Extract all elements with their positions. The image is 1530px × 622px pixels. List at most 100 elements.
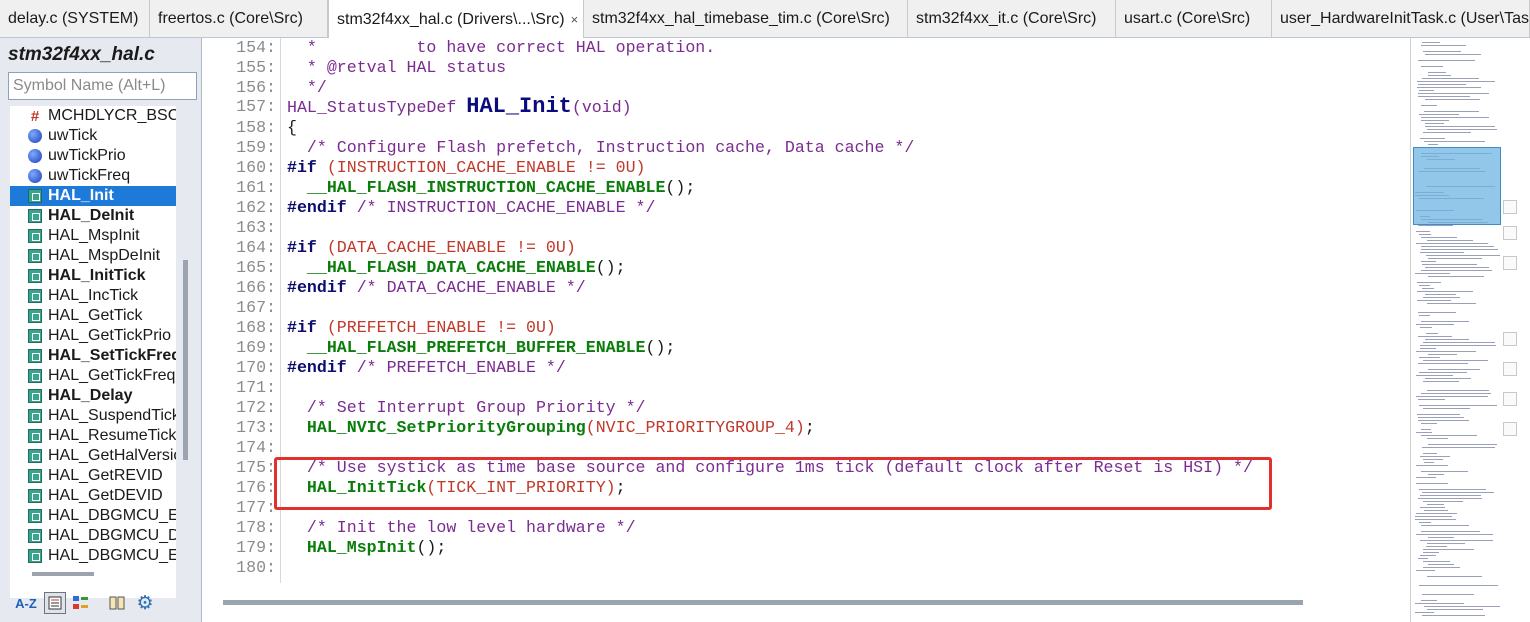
symbol-list-item[interactable]: HAL_InitTick: [10, 266, 176, 286]
symbol-list-item[interactable]: HAL_DeInit: [10, 206, 176, 226]
code-line[interactable]: 167:: [203, 298, 1403, 318]
symbol-label: MCHDLYCR_BSCKSEL: [48, 107, 176, 124]
symbol-search-input[interactable]: [8, 72, 197, 100]
symbol-list-item[interactable]: HAL_DBGMCU_DisableDBGSleepMode: [10, 526, 176, 546]
code-token: (INSTRUCTION_CACHE_ENABLE != 0U): [326, 158, 646, 177]
code-line[interactable]: 160: #if (INSTRUCTION_CACHE_ENABLE != 0U): [203, 158, 1403, 178]
code-line[interactable]: 158: {: [203, 118, 1403, 138]
symbol-list-vertical-scrollbar[interactable]: [183, 260, 188, 460]
list-view-icon[interactable]: [44, 592, 66, 614]
editor-tab[interactable]: freertos.c (Core\Src): [150, 0, 328, 38]
code-token: ();: [416, 538, 447, 557]
code-token: ();: [595, 258, 626, 277]
code-line[interactable]: 179: HAL_MspInit();: [203, 538, 1403, 558]
symbol-list-item[interactable]: HAL_MspDeInit: [10, 246, 176, 266]
variable-icon: [28, 129, 42, 143]
code-line[interactable]: 155: * @retval HAL status: [203, 58, 1403, 78]
editor-tab[interactable]: delay.c (SYSTEM): [0, 0, 150, 38]
minimap-viewport[interactable]: [1413, 147, 1501, 225]
code-line[interactable]: 170: #endif /* PREFETCH_ENABLE */: [203, 358, 1403, 378]
minimap-line: [1422, 447, 1495, 448]
book-icon[interactable]: [106, 592, 128, 614]
code-line[interactable]: 165: __HAL_FLASH_DATA_CACHE_ENABLE();: [203, 258, 1403, 278]
symbol-list-item[interactable]: HAL_MspInit: [10, 226, 176, 246]
symbol-list-item[interactable]: HAL_GetTickFreq: [10, 366, 176, 386]
code-line[interactable]: 166: #endif /* DATA_CACHE_ENABLE */: [203, 278, 1403, 298]
code-token: #if: [287, 158, 327, 177]
code-line[interactable]: 156: */: [203, 78, 1403, 98]
minimap-line: [1425, 123, 1444, 124]
symbol-list-item[interactable]: HAL_GetREVID: [10, 466, 176, 486]
symbol-label: HAL_GetDEVID: [48, 487, 163, 504]
symbol-list-item[interactable]: HAL_SuspendTick: [10, 406, 176, 426]
symbol-list-item[interactable]: HAL_Delay: [10, 386, 176, 406]
code-line[interactable]: 168: #if (PREFETCH_ENABLE != 0U): [203, 318, 1403, 338]
symbol-list-horizontal-scrollbar[interactable]: [32, 572, 94, 576]
editor-horizontal-scrollbar[interactable]: [223, 600, 1303, 605]
minimap-line: [1423, 567, 1460, 568]
minimap-line: [1419, 405, 1497, 406]
minimap-line: [1416, 570, 1435, 571]
minimap-line: [1428, 75, 1451, 76]
code-line[interactable]: 154: * to have correct HAL operation.: [203, 38, 1403, 58]
code-minimap[interactable]: [1410, 38, 1530, 622]
editor-tab[interactable]: stm32f4xx_hal_timebase_tim.c (Core\Src): [584, 0, 908, 38]
code-line[interactable]: 174:: [203, 438, 1403, 458]
symbol-list-item[interactable]: HAL_DBGMCU_EnableDBGStopMode: [10, 546, 176, 566]
settings-gear-icon[interactable]: ⚙: [134, 592, 156, 614]
minimap-line: [1421, 531, 1480, 532]
line-number: 156:: [236, 78, 276, 97]
function-icon: [28, 329, 42, 343]
symbol-list-item[interactable]: HAL_DBGMCU_EnableDBGSleepMode: [10, 506, 176, 526]
line-number: 157:: [236, 97, 276, 116]
code-line[interactable]: 164: #if (DATA_CACHE_ENABLE != 0U): [203, 238, 1403, 258]
symbol-list-item[interactable]: # MCHDLYCR_BSCKSEL: [10, 106, 176, 126]
symbol-list-item[interactable]: uwTickPrio: [10, 146, 176, 166]
minimap-line: [1418, 363, 1468, 364]
minimap-line: [1416, 513, 1457, 514]
minimap-line: [1421, 261, 1436, 262]
code-line[interactable]: 169: __HAL_FLASH_PREFETCH_BUFFER_ENABLE(…: [203, 338, 1403, 358]
symbol-list-item[interactable]: HAL_IncTick: [10, 286, 176, 306]
symbol-list-item[interactable]: HAL_SetTickFreq: [10, 346, 176, 366]
minimap-line: [1422, 78, 1479, 79]
symbol-list-item[interactable]: HAL_GetDEVID: [10, 486, 176, 506]
minimap-line: [1419, 522, 1431, 523]
function-icon: [28, 429, 42, 443]
symbol-list-item[interactable]: HAL_GetTickPrio: [10, 326, 176, 346]
symbol-list-item[interactable]: uwTick: [10, 126, 176, 146]
group-view-icon[interactable]: [70, 592, 92, 614]
editor-tab-bar: delay.c (SYSTEM) freertos.c (Core\Src) stm…: [0, 0, 1530, 39]
code-line[interactable]: 180:: [203, 558, 1403, 578]
minimap-line: [1420, 138, 1445, 139]
editor-tab[interactable]: stm32f4xx_hal.c (Drivers\...\Src) ×: [328, 0, 584, 39]
code-line[interactable]: 173: HAL_NVIC_SetPriorityGrouping(NVIC_P…: [203, 418, 1403, 438]
code-line[interactable]: 171:: [203, 378, 1403, 398]
code-line[interactable]: 161: __HAL_FLASH_INSTRUCTION_CACHE_ENABL…: [203, 178, 1403, 198]
code-line[interactable]: 162: #endif /* INSTRUCTION_CACHE_ENABLE *…: [203, 198, 1403, 218]
function-icon: [28, 269, 42, 283]
symbol-list-item[interactable]: uwTickFreq: [10, 166, 176, 186]
code-token: (PREFETCH_ENABLE != 0U): [326, 318, 556, 337]
code-line[interactable]: 178: /* Init the low level hardware */: [203, 518, 1403, 538]
symbol-list-item[interactable]: HAL_Init: [10, 186, 176, 206]
editor-tab[interactable]: user_HardwareInitTask.c (User\Task: [1272, 0, 1530, 38]
code-line[interactable]: 159: /* Configure Flash prefetch, Instru…: [203, 138, 1403, 158]
symbol-label: HAL_DBGMCU_DisableDBGSleepMode: [48, 527, 176, 544]
minimap-line: [1420, 540, 1493, 541]
symbol-list-item[interactable]: HAL_ResumeTick: [10, 426, 176, 446]
code-line[interactable]: 163:: [203, 218, 1403, 238]
symbol-list-item[interactable]: HAL_GetTick: [10, 306, 176, 326]
minimap-line: [1416, 432, 1432, 433]
code-token: HAL_NVIC_SetPriorityGrouping: [287, 418, 586, 437]
sort-az-button[interactable]: A-Z: [12, 592, 40, 614]
editor-tab[interactable]: stm32f4xx_it.c (Core\Src): [908, 0, 1116, 38]
line-number: 178:: [236, 518, 276, 537]
code-line[interactable]: 172: /* Set Interrupt Group Priority */: [203, 398, 1403, 418]
tab-close-icon[interactable]: ×: [571, 12, 579, 27]
code-token: ();: [645, 338, 676, 357]
editor-tab[interactable]: usart.c (Core\Src): [1116, 0, 1272, 38]
symbol-list-item[interactable]: HAL_GetHalVersion: [10, 446, 176, 466]
line-number: 176:: [236, 478, 276, 497]
code-editor[interactable]: 154: * to have correct HAL operation. 155…: [203, 38, 1410, 622]
